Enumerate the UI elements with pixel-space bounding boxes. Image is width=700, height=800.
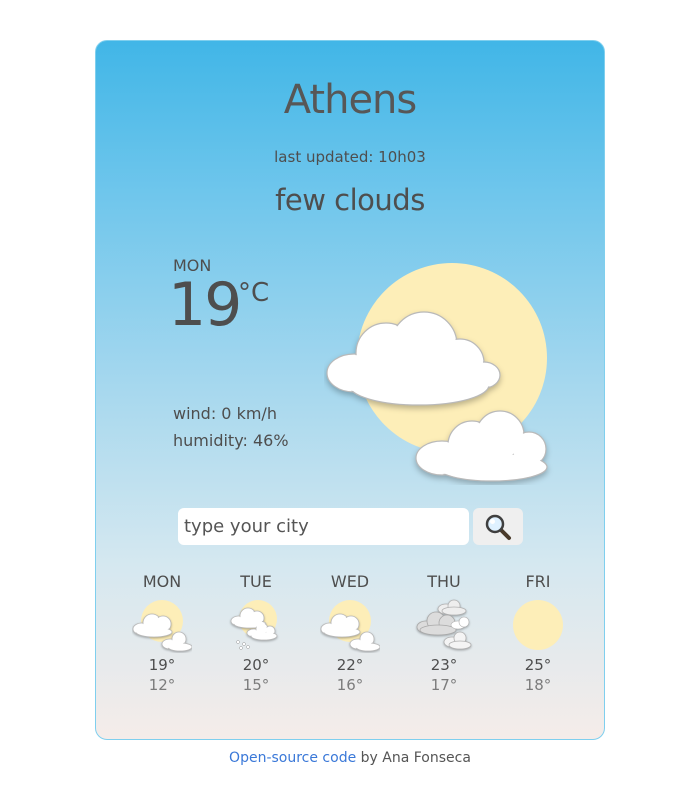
- forecast-max-temp: 20°: [242, 656, 270, 674]
- forecast-day-name: TUE: [240, 572, 272, 591]
- search-button[interactable]: [473, 508, 523, 545]
- forecast-min-temp: 12°: [148, 676, 176, 694]
- forecast-max-temp: 22°: [336, 656, 364, 674]
- few-clouds-icon: [320, 600, 380, 652]
- wind-speed: wind: 0 km/h: [173, 404, 277, 423]
- forecast-min-temp: 15°: [242, 676, 270, 694]
- forecast-day: FRI 25° 18°: [498, 571, 578, 695]
- city-name: Athens: [283, 77, 418, 123]
- forecast-day: TUE 20° 15°: [216, 571, 296, 695]
- forecast: MON 19° 12° TUE 20° 15° WED 22° 16° THU …: [96, 571, 604, 711]
- forecast-max-temp: 23°: [430, 656, 458, 674]
- forecast-min-temp: 16°: [336, 676, 364, 694]
- temperature-unit: °C: [238, 278, 270, 308]
- forecast-day-name: MON: [142, 572, 182, 591]
- current-temperature: 19: [168, 270, 242, 340]
- forecast-day-name: THU: [427, 572, 461, 591]
- forecast-day: THU 23° 17°: [404, 571, 484, 695]
- footer: Open-source code by Ana Fonseca: [0, 750, 700, 766]
- forecast-min-temp: 17°: [430, 676, 458, 694]
- sun-icon: [513, 600, 563, 650]
- forecast-max-temp: 25°: [524, 656, 552, 674]
- overcast-clouds-icon: [416, 599, 472, 650]
- sun-with-clouds-icon: [326, 263, 548, 482]
- open-source-link[interactable]: Open-source code: [229, 750, 356, 766]
- city-search-input[interactable]: [178, 508, 469, 545]
- humidity: humidity: 46%: [173, 431, 289, 450]
- weather-description: few clouds: [275, 183, 425, 217]
- few-clouds-icon: [132, 600, 192, 652]
- forecast-day-name: WED: [330, 572, 370, 591]
- last-updated: last updated: 10h03: [274, 148, 426, 166]
- weather-card: Athens last updated: 10h03 few clouds MO…: [95, 40, 605, 740]
- magnifying-glass-icon: [485, 514, 511, 540]
- footer-author: by Ana Fonseca: [356, 750, 471, 766]
- rain-clouds-icon: [230, 600, 278, 650]
- forecast-day: WED 22° 16°: [310, 571, 390, 695]
- forecast-max-temp: 19°: [148, 656, 176, 674]
- forecast-min-temp: 18°: [524, 676, 552, 694]
- forecast-day-name: FRI: [525, 572, 551, 591]
- forecast-day: MON 19° 12°: [122, 571, 202, 695]
